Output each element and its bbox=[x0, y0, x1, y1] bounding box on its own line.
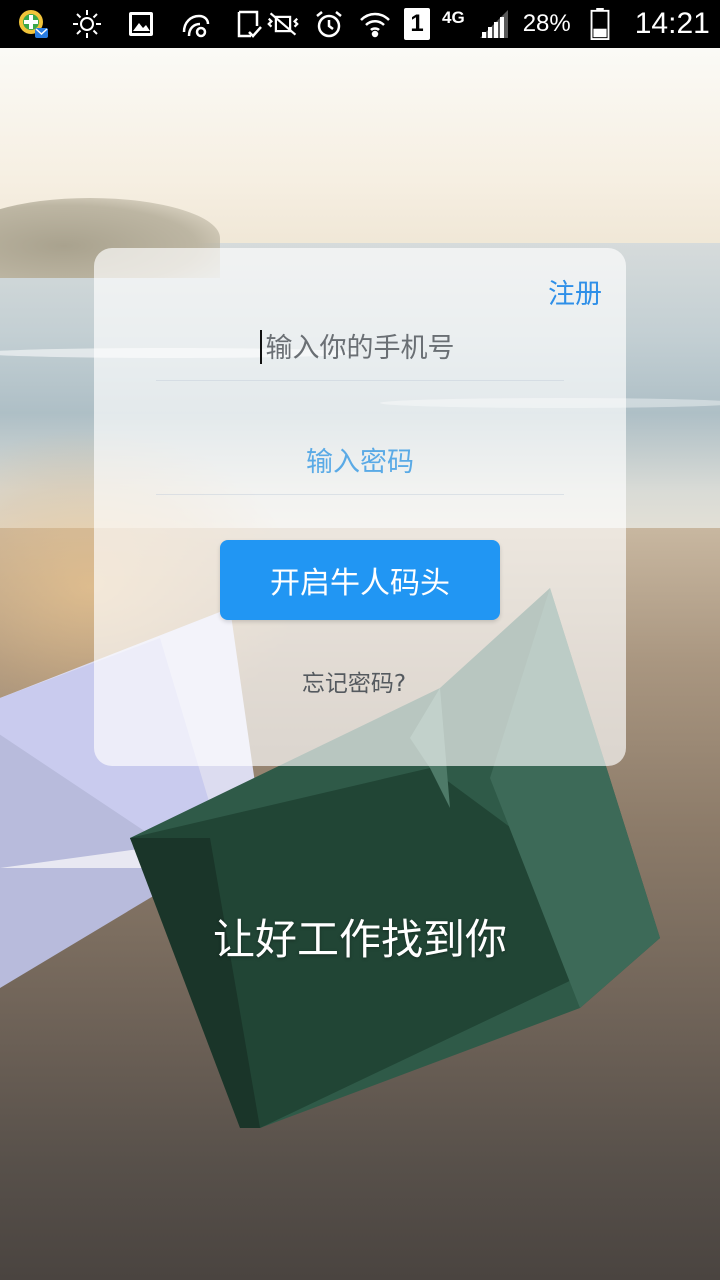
login-button[interactable]: 开启牛人码头 bbox=[220, 540, 500, 620]
signal-strength-icon bbox=[477, 7, 511, 41]
alarm-icon bbox=[312, 7, 346, 41]
wifi-icon bbox=[358, 7, 392, 41]
slogan-text: 让好工作找到你 bbox=[212, 915, 507, 964]
sim-slot-badge: 1 bbox=[404, 8, 430, 40]
password-input[interactable] bbox=[156, 429, 564, 495]
battery-icon bbox=[583, 7, 617, 41]
forgot-password-link[interactable]: 忘记密码? bbox=[94, 664, 614, 698]
gallery-icon bbox=[124, 7, 158, 41]
register-link[interactable]: 注册 bbox=[548, 272, 602, 311]
status-bar-right: 1 4G 28% 14:21 bbox=[266, 7, 710, 41]
clock: 14:21 bbox=[634, 7, 710, 40]
login-card: 注册 开启牛人码头 忘记密码? bbox=[94, 248, 626, 766]
app-notification-icon bbox=[16, 7, 50, 41]
battery-percent: 28% bbox=[522, 10, 571, 37]
vibrate-mute-icon bbox=[266, 7, 300, 41]
status-bar-left bbox=[16, 7, 266, 41]
status-bar: 1 4G 28% 14:21 bbox=[0, 0, 720, 48]
phone-input[interactable] bbox=[156, 315, 564, 381]
network-type-label: 4G bbox=[442, 8, 465, 27]
clipboard-check-icon bbox=[232, 7, 266, 41]
browser-icon bbox=[178, 7, 212, 41]
brightness-icon bbox=[70, 7, 104, 41]
phone-field[interactable] bbox=[156, 315, 564, 381]
text-cursor bbox=[260, 330, 262, 364]
password-field[interactable] bbox=[156, 429, 564, 495]
